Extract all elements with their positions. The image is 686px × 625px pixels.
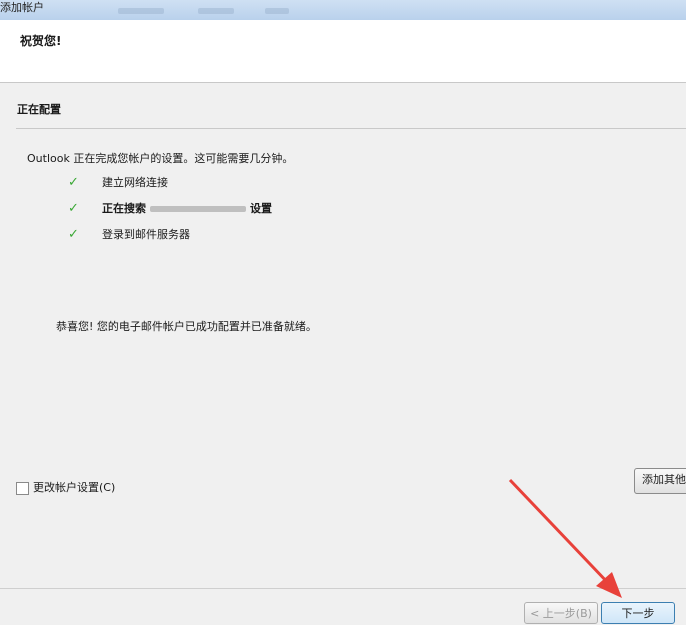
back-button[interactable]: < 上一步(B) — [524, 602, 598, 624]
check-icon: ✓ — [68, 201, 79, 216]
check-icon: ✓ — [68, 175, 79, 190]
red-arrow-annotation — [508, 478, 622, 598]
step-login-mail-server: ✓ 登录到邮件服务器 — [68, 227, 190, 243]
blurred-title-bar-region — [198, 8, 234, 14]
footer-divider — [0, 588, 686, 589]
blurred-title-bar-region — [118, 8, 164, 14]
section-heading: 正在配置 — [17, 103, 61, 116]
window-title: 添加帐户 — [0, 1, 44, 14]
next-button[interactable]: 下一步 — [601, 602, 675, 624]
title-bar: 添加帐户 — [0, 0, 686, 20]
change-account-settings-checkbox[interactable]: 更改帐户设置(C) — [16, 480, 115, 496]
step-label: 登录到邮件服务器 — [102, 228, 190, 241]
section-divider — [16, 128, 686, 129]
step-searching-settings: ✓ 正在搜索 设置 — [68, 201, 272, 217]
checkbox-box[interactable] — [16, 481, 29, 495]
step-label: 建立网络连接 — [102, 176, 168, 189]
checkbox-label: 更改帐户设置(C) — [33, 481, 116, 494]
greeting-title: 祝贺您! — [20, 34, 62, 48]
header-panel: 祝贺您! — [0, 20, 686, 83]
status-text: Outlook 正在完成您帐户的设置。这可能需要几分钟。 — [27, 152, 294, 165]
blurred-email-address — [150, 206, 246, 212]
check-icon: ✓ — [68, 227, 79, 242]
arrow-shaft — [508, 478, 612, 587]
blurred-title-bar-region — [265, 8, 289, 14]
add-other-account-button[interactable]: 添加其他 — [634, 468, 686, 494]
success-message: 恭喜您! 您的电子邮件帐户已成功配置并已准备就绪。 — [56, 320, 317, 333]
step-label: 正在搜索 — [102, 202, 146, 215]
step-network-connection: ✓ 建立网络连接 — [68, 175, 168, 191]
arrow-head — [596, 572, 622, 598]
step-label-suffix: 设置 — [250, 202, 272, 215]
